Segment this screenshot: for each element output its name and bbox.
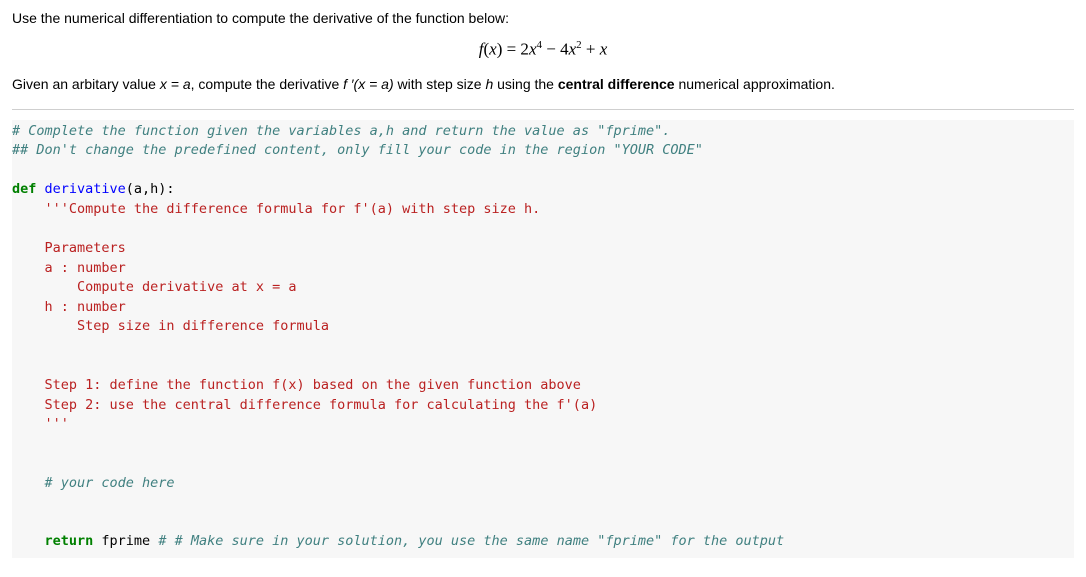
formula-minus4: − 4 [542, 40, 569, 59]
text-compute: , compute the derivative [191, 76, 344, 92]
inline-fprime: f ′(x = a) [343, 76, 393, 92]
code-return-comment: # # Make sure in your solution, you use … [158, 533, 784, 549]
formula-x-arg: x [489, 40, 497, 59]
text-central-difference: central difference [558, 76, 675, 92]
code-block: # Complete the function given the variab… [12, 120, 1074, 558]
text-using: using the [493, 76, 558, 92]
code-docstring-5: h : number [12, 299, 126, 315]
code-docstring-9: ''' [12, 416, 69, 432]
formula-plus: + [582, 40, 600, 59]
code-return-keyword: return [12, 533, 93, 549]
text-stepsize: with step size [394, 76, 486, 92]
instruction-line-2: Given an arbitary value x = a, compute t… [12, 74, 1074, 95]
code-def-keyword: def [12, 181, 36, 197]
formula-x3: x [600, 40, 608, 59]
inline-x-eq-a: x = a [160, 76, 191, 92]
text-given: Given an arbitary value [12, 76, 160, 92]
code-docstring-1: '''Compute the difference formula for f'… [12, 201, 540, 217]
code-docstring-4: Compute derivative at x = a [12, 279, 296, 295]
formula-x2: x [569, 40, 577, 59]
code-docstring-2: Parameters [12, 240, 126, 256]
text-tail: numerical approximation. [675, 76, 835, 92]
formula-eq-2: ) = 2 [497, 40, 529, 59]
separator-rule [12, 109, 1074, 110]
code-docstring-3: a : number [12, 260, 126, 276]
instruction-line-1: Use the numerical differentiation to com… [12, 8, 1074, 29]
code-return-var: fprime [93, 533, 158, 549]
code-docstring-8: Step 2: use the central difference formu… [12, 397, 597, 413]
code-func-sig: (a,h): [126, 181, 175, 197]
code-comment-1: # Complete the function given the variab… [12, 123, 670, 139]
code-comment-2: ## Don't change the predefined content, … [12, 142, 703, 158]
code-docstring-6: Step size in difference formula [12, 318, 329, 334]
function-formula: f(x) = 2x4 − 4x2 + x [12, 39, 1074, 60]
code-docstring-7: Step 1: define the function f(x) based o… [12, 377, 581, 393]
code-your-code-here: # your code here [12, 475, 175, 491]
code-func-name: derivative [36, 181, 125, 197]
